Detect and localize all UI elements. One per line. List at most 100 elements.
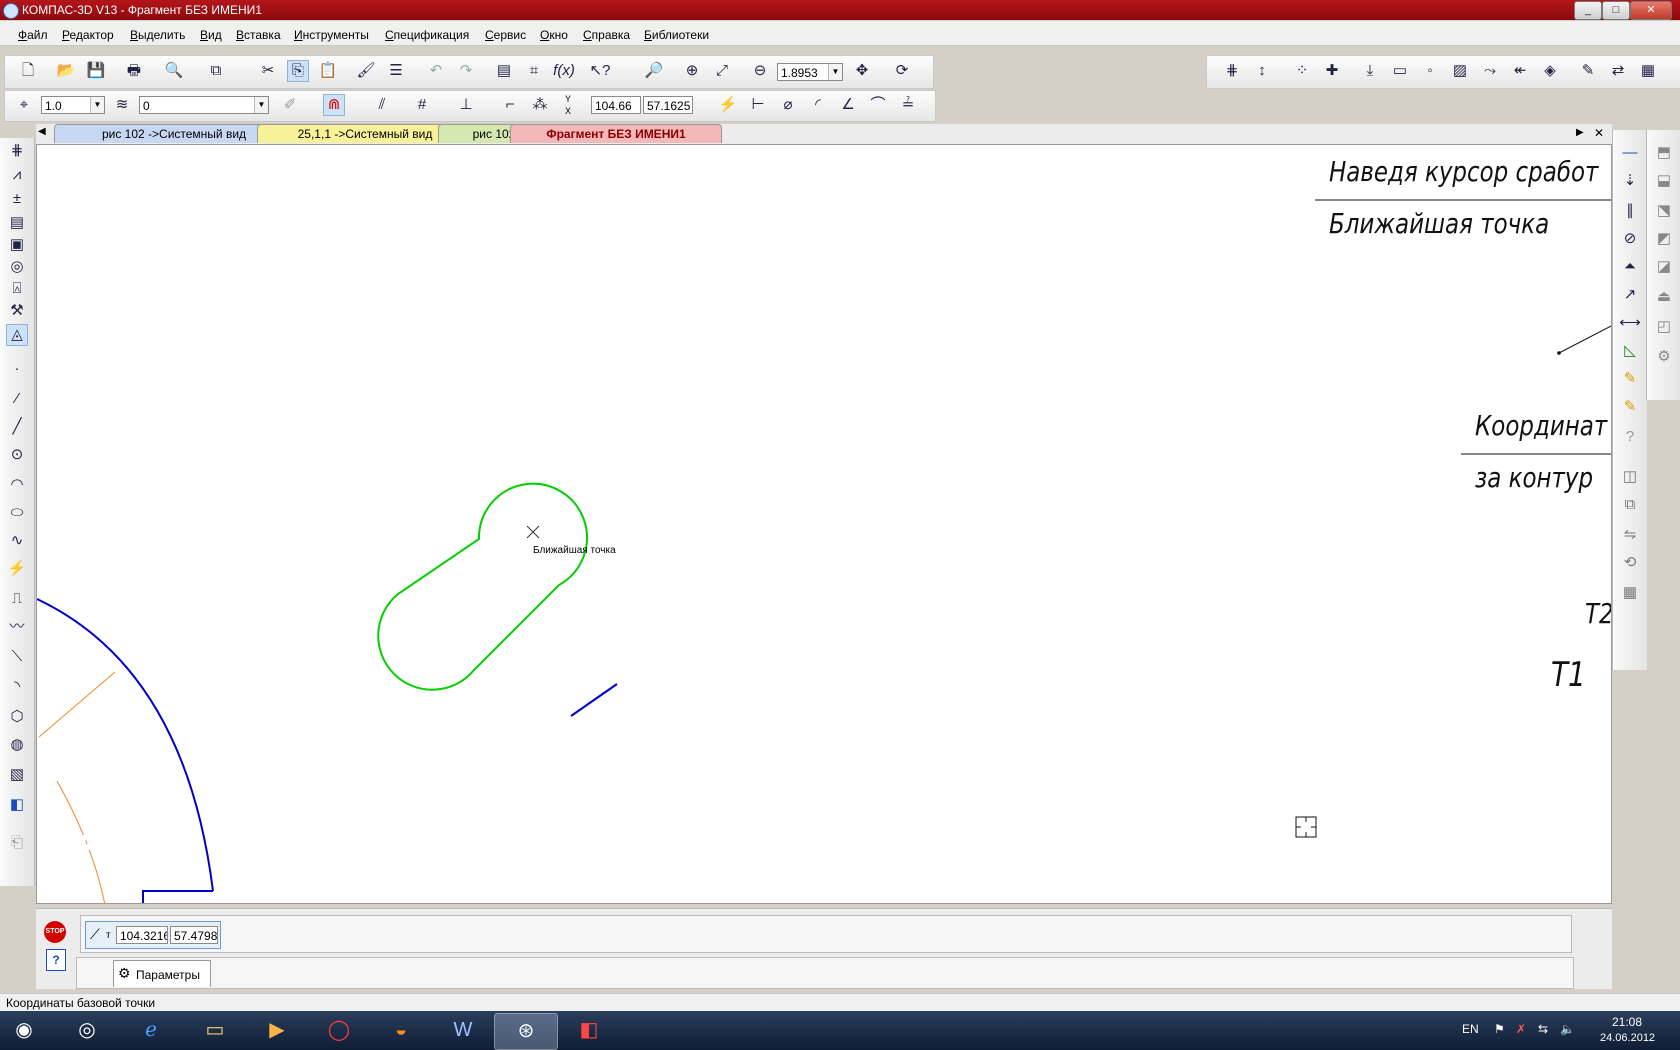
opera-icon[interactable]: ◯ (308, 1013, 370, 1048)
tab-fragment-active[interactable]: Фрагмент БЕЗ ИМЕНИ1 (510, 124, 722, 143)
linear-dimension-icon[interactable]: ⊢ (747, 94, 769, 116)
minimize-button[interactable]: _ (1574, 1, 1602, 20)
segment-icon[interactable]: ╱ (6, 416, 28, 438)
tab-params[interactable]: ⚙ Параметры (113, 960, 211, 987)
tangent-icon[interactable]: ⊘ (1619, 228, 1641, 250)
gear-icon[interactable]: ⚙ (1653, 346, 1675, 368)
roughness-icon[interactable]: ≟ (897, 94, 919, 116)
refresh-icon[interactable]: ⟳ (891, 60, 913, 82)
geometry-icon[interactable]: ⋕ (6, 140, 28, 162)
lightning-icon[interactable]: ⚡ (717, 94, 739, 116)
arc-icon[interactable]: ◠ (6, 474, 28, 496)
screen-icon[interactable]: ▭ (1389, 60, 1411, 82)
dimensions-icon[interactable]: ⩘ (6, 164, 28, 186)
menu-help[interactable]: Справка (583, 28, 630, 42)
transform-icon[interactable]: ⤳ (1479, 60, 1501, 82)
redo-icon[interactable]: ↷ (455, 60, 477, 82)
aux-line-icon[interactable]: ⁄ (6, 388, 28, 410)
angle-icon[interactable]: ∠ (837, 94, 859, 116)
hatch-left-icon[interactable]: ▧ (6, 764, 28, 786)
ie-icon[interactable]: ℯ (120, 1013, 182, 1048)
word-icon[interactable]: W (432, 1013, 494, 1048)
triangle-icon[interactable]: ◺ (1619, 340, 1641, 362)
diamond-icon[interactable]: ◈ (1539, 60, 1561, 82)
tabs-close-icon[interactable]: ✕ (1594, 126, 1604, 140)
maximize-button[interactable]: □ (1602, 1, 1630, 20)
equidistant-icon[interactable]: ◍ (6, 734, 28, 756)
style-icon[interactable]: ✐ (279, 94, 301, 116)
menu-window[interactable]: Окно (540, 28, 568, 42)
zoom-scale-icon[interactable]: ⊖ (749, 60, 771, 82)
drawing-text-line1[interactable]: Наведя курсор сработ (1329, 155, 1598, 188)
lang-indicator[interactable]: EN (1462, 1022, 1479, 1036)
grid-points-icon[interactable]: ⁘ (1291, 60, 1313, 82)
plane-2-icon[interactable]: ⬓ (1653, 170, 1675, 192)
menu-insert[interactable]: Вставка (236, 28, 281, 42)
snap-points-icon[interactable]: ⁂ (529, 94, 551, 116)
designations-icon[interactable]: ± (6, 188, 28, 210)
rotate-icon[interactable]: ⟲ (1619, 552, 1641, 574)
cone-icon[interactable]: ⏏ (1653, 286, 1675, 308)
drawing-text-line3[interactable]: Координат (1475, 409, 1607, 442)
close-button[interactable]: ✕ (1630, 1, 1672, 20)
save-icon[interactable]: 💾 (85, 60, 107, 82)
measure-icon[interactable]: ◦ (1419, 60, 1441, 82)
tree-icon[interactable]: ▤ (493, 60, 515, 82)
fix-point-icon[interactable]: ⏶ (1619, 256, 1641, 278)
drawing-text-t2[interactable]: Т2 (1585, 597, 1611, 630)
select-panel-icon[interactable]: ⍓ (6, 278, 28, 300)
circle-icon[interactable]: ⊙ (6, 444, 28, 466)
format-brush-icon[interactable]: 🖌 (355, 60, 377, 82)
drawing-text-line4[interactable]: за контур (1475, 461, 1593, 494)
snap-lock-icon[interactable]: ✎ (1619, 368, 1641, 390)
clock-time[interactable]: 21:08 (1612, 1015, 1642, 1029)
chevron-down-icon[interactable]: ▼ (90, 97, 104, 113)
snap-unlock-icon[interactable]: ✎ (1619, 396, 1641, 418)
network-icon[interactable]: ✗ (1516, 1022, 1526, 1036)
menu-libraries[interactable]: Библиотеки (644, 28, 709, 42)
ortho-icon[interactable]: ⫽ (371, 94, 393, 116)
blocks-icon[interactable]: ▦ (1637, 60, 1659, 82)
assembly-icon[interactable]: ▦ (1619, 582, 1641, 604)
fix-size-icon[interactable]: ⟷ (1619, 312, 1641, 334)
insert-icon[interactable]: ⤓ (1359, 60, 1381, 82)
properties-icon[interactable]: ☰ (385, 60, 407, 82)
edit-icon[interactable]: ✎ (1577, 60, 1599, 82)
copy-icon[interactable]: ⎘ (287, 60, 309, 82)
fill-icon[interactable]: ◧ (6, 794, 28, 816)
cut-icon[interactable]: ✂ (257, 60, 279, 82)
collection-icon[interactable]: ⎗ (6, 832, 28, 854)
menu-select[interactable]: Выделить (130, 28, 185, 42)
coord-x-field[interactable]: 104.66 (591, 96, 641, 114)
fillet-icon[interactable]: ◝ (6, 676, 28, 698)
magnet-snap-icon[interactable]: ⋒ (323, 94, 345, 116)
print-icon[interactable]: 🖶 (123, 60, 145, 82)
drawing-canvas[interactable]: Наведя курсор сработ Ближайшая точка Коо… (36, 144, 1612, 904)
drawing-text-line2[interactable]: Ближайшая точка (1329, 207, 1549, 240)
fix-angle-icon[interactable]: ↗ (1619, 284, 1641, 306)
plane-1-icon[interactable]: ⬒ (1653, 142, 1675, 164)
spline-icon[interactable]: ∿ (6, 530, 28, 552)
preview-icon[interactable]: 🔍 (163, 60, 185, 82)
hatch-icon[interactable]: ▨ (1449, 60, 1471, 82)
help-button[interactable]: ? (46, 949, 66, 971)
coordinate-system-icon[interactable]: ⌖ (13, 94, 35, 116)
sync-icon[interactable]: ⇆ (1538, 1022, 1548, 1036)
dimension-icon[interactable]: ↕ (1251, 60, 1273, 82)
drawing-text-t1[interactable]: Т1 (1551, 655, 1586, 695)
leader-icon[interactable]: ↞ (1509, 60, 1531, 82)
stop-button[interactable]: STOP (44, 921, 66, 943)
layer-field[interactable]: 0 ▼ (139, 96, 269, 114)
line-scale-field[interactable]: 1.0 ▼ (41, 96, 105, 114)
chamfer-icon[interactable]: ⟍ (6, 646, 28, 668)
hammer-icon[interactable]: ⚒ (6, 300, 28, 322)
model-view-icon[interactable]: ◫ (1619, 466, 1641, 488)
coord-y-field[interactable]: 57.1625 (643, 96, 693, 114)
start-orb-icon[interactable]: ◉ (0, 1013, 48, 1048)
chrome-icon[interactable]: ◎ (56, 1013, 118, 1048)
point-x-field[interactable]: 104.3216 (116, 926, 168, 944)
point-y-field[interactable]: 57.4798 (170, 926, 218, 944)
geometry-panel-active-icon[interactable]: ◬ (6, 324, 28, 346)
zoom-fit-icon[interactable]: ⤢ (711, 60, 733, 82)
radius-icon[interactable]: ◜ (807, 94, 829, 116)
